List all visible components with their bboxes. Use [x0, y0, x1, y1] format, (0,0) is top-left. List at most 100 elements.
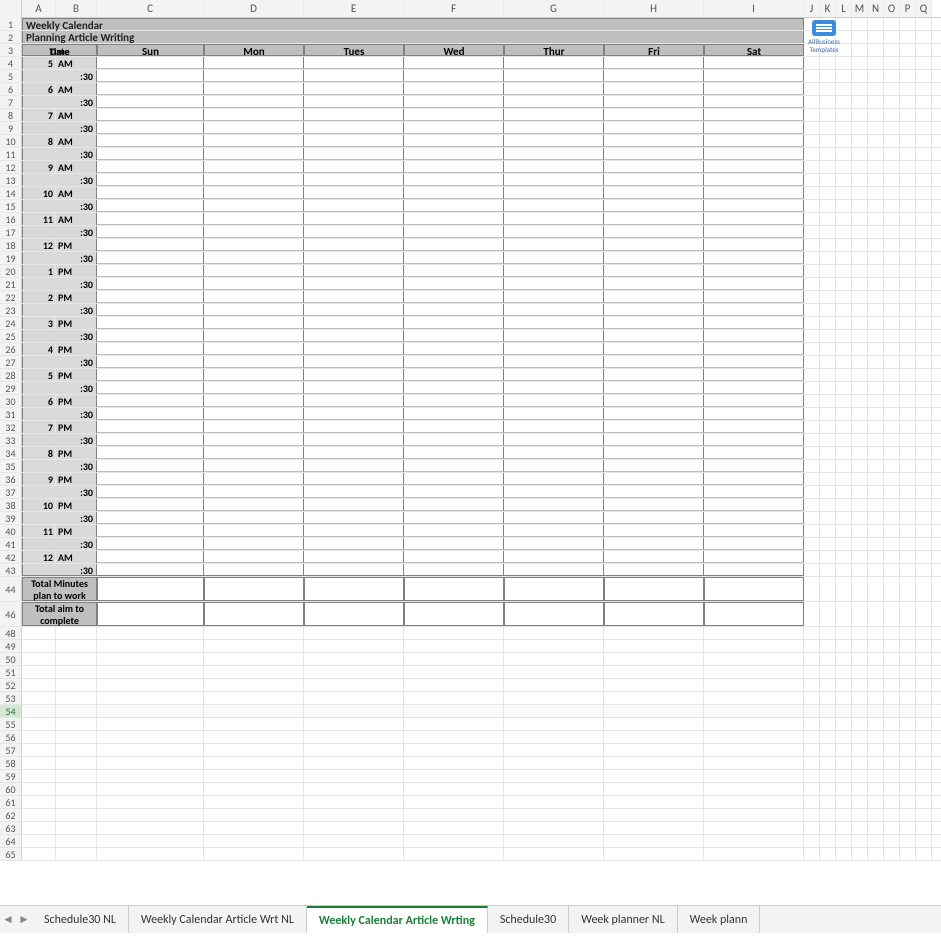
- cell-N49[interactable]: [868, 640, 884, 652]
- cell-G14[interactable]: [504, 187, 604, 199]
- cell-L[interactable]: [836, 330, 852, 342]
- cell-N51[interactable]: [868, 666, 884, 678]
- cell-P[interactable]: [900, 31, 916, 43]
- cell-D62[interactable]: [204, 809, 304, 821]
- cell-L[interactable]: [836, 57, 852, 69]
- time-hour-row32[interactable]: 7: [22, 421, 56, 433]
- cell-J[interactable]: [804, 395, 820, 407]
- cell-G15[interactable]: [504, 200, 604, 212]
- row-header-26[interactable]: 26: [0, 343, 22, 355]
- cell-J[interactable]: [804, 265, 820, 277]
- cell-C63[interactable]: [97, 822, 204, 834]
- cell-L[interactable]: [836, 278, 852, 290]
- cell-C62[interactable]: [97, 809, 204, 821]
- cell-O[interactable]: [884, 486, 900, 498]
- cell-L[interactable]: [836, 369, 852, 381]
- cell-F20[interactable]: [404, 265, 504, 277]
- cell-K[interactable]: [820, 96, 836, 108]
- cell-E11[interactable]: [304, 148, 404, 160]
- cell-P[interactable]: [900, 135, 916, 147]
- cell-M[interactable]: [852, 602, 868, 626]
- cell-Q62[interactable]: [916, 809, 932, 821]
- cell-N[interactable]: [868, 538, 884, 550]
- cell-M[interactable]: [852, 395, 868, 407]
- cell-P[interactable]: [900, 564, 916, 576]
- cell-O[interactable]: [884, 148, 900, 160]
- cell-E12[interactable]: [304, 161, 404, 173]
- row-header-22[interactable]: 22: [0, 291, 22, 303]
- cell-Q[interactable]: [916, 434, 932, 446]
- cell-E35[interactable]: [304, 460, 404, 472]
- cell-E65[interactable]: [304, 848, 404, 860]
- cell-C64[interactable]: [97, 835, 204, 847]
- cell-M[interactable]: [852, 70, 868, 82]
- cell-N[interactable]: [868, 161, 884, 173]
- cell-J[interactable]: [804, 200, 820, 212]
- cell-K53[interactable]: [820, 692, 836, 704]
- cell-N[interactable]: [868, 577, 884, 601]
- row-header-39[interactable]: 39: [0, 512, 22, 524]
- cell-N[interactable]: [868, 330, 884, 342]
- cell-P54[interactable]: [900, 705, 916, 717]
- cell-G56[interactable]: [504, 731, 604, 743]
- cell-M54[interactable]: [852, 705, 868, 717]
- cell-G24[interactable]: [504, 317, 604, 329]
- cell-P[interactable]: [900, 252, 916, 264]
- cell-C24[interactable]: [97, 317, 204, 329]
- row-header-32[interactable]: 32: [0, 421, 22, 433]
- cell-O62[interactable]: [884, 809, 900, 821]
- cell-L65[interactable]: [836, 848, 852, 860]
- cell-E17[interactable]: [304, 226, 404, 238]
- cell-G52[interactable]: [504, 679, 604, 691]
- cell-J60[interactable]: [804, 783, 820, 795]
- cell-F40[interactable]: [404, 525, 504, 537]
- cell-N62[interactable]: [868, 809, 884, 821]
- cell-O[interactable]: [884, 421, 900, 433]
- row-header-50[interactable]: 50: [0, 653, 22, 665]
- cell-P[interactable]: [900, 395, 916, 407]
- cell-I48[interactable]: [704, 627, 804, 639]
- cell-E13[interactable]: [304, 174, 404, 186]
- cell-N[interactable]: [868, 122, 884, 134]
- row-header-16[interactable]: 16: [0, 213, 22, 225]
- cell-Q[interactable]: [916, 226, 932, 238]
- cell-L56[interactable]: [836, 731, 852, 743]
- cell-E64[interactable]: [304, 835, 404, 847]
- cell-Q[interactable]: [916, 577, 932, 601]
- cell-N[interactable]: [868, 395, 884, 407]
- cell-D12[interactable]: [204, 161, 304, 173]
- cell-P55[interactable]: [900, 718, 916, 730]
- time-ampm-row22[interactable]: PM: [56, 291, 97, 303]
- cell-P56[interactable]: [900, 731, 916, 743]
- cell-D40[interactable]: [204, 525, 304, 537]
- cell-Q[interactable]: [916, 291, 932, 303]
- cell-D50[interactable]: [204, 653, 304, 665]
- cell-G22[interactable]: [504, 291, 604, 303]
- cell-E53[interactable]: [304, 692, 404, 704]
- cell-N[interactable]: [868, 96, 884, 108]
- cell-E43[interactable]: [304, 564, 404, 576]
- cell-E4[interactable]: [304, 57, 404, 69]
- cell-F35[interactable]: [404, 460, 504, 472]
- cell-Q56[interactable]: [916, 731, 932, 743]
- cell-C11[interactable]: [97, 148, 204, 160]
- cell-P[interactable]: [900, 70, 916, 82]
- cell-D17[interactable]: [204, 226, 304, 238]
- cell-O[interactable]: [884, 499, 900, 511]
- cell-M[interactable]: [852, 31, 868, 43]
- cell-N[interactable]: [868, 564, 884, 576]
- cell-Q[interactable]: [916, 70, 932, 82]
- time-hour-row40[interactable]: 11: [22, 525, 56, 537]
- cell-I59[interactable]: [704, 770, 804, 782]
- cell-Q51[interactable]: [916, 666, 932, 678]
- cell-J[interactable]: [804, 421, 820, 433]
- cell-M[interactable]: [852, 512, 868, 524]
- cell-N[interactable]: [868, 304, 884, 316]
- cell-C8[interactable]: [97, 109, 204, 121]
- cell-L52[interactable]: [836, 679, 852, 691]
- row-header-46[interactable]: 46: [0, 602, 22, 626]
- cell-C26[interactable]: [97, 343, 204, 355]
- cell-G35[interactable]: [504, 460, 604, 472]
- cell-Q[interactable]: [916, 135, 932, 147]
- cell-L[interactable]: [836, 421, 852, 433]
